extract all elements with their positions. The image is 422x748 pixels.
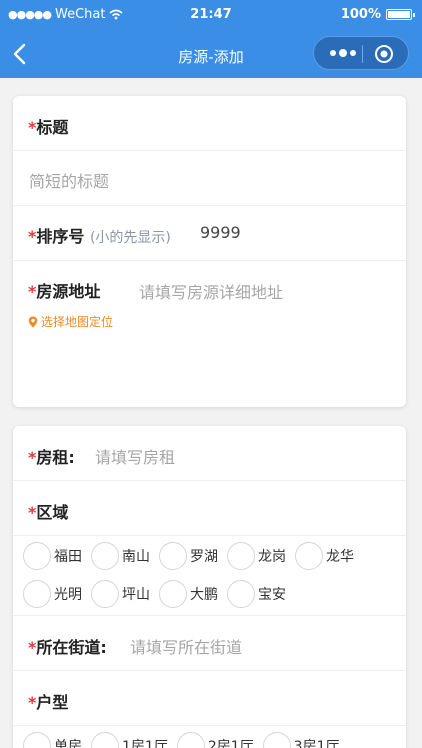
layout-option[interactable]: 单房 (23, 732, 82, 748)
district-label-row: *区域 (13, 481, 406, 536)
radio-label: 1房1厅 (122, 739, 168, 748)
radio-label: 南山 (122, 549, 150, 565)
street-row: *所在街道: 请填写所在街道 (13, 616, 406, 671)
district-option[interactable]: 坪山 (91, 580, 150, 608)
address-label-text: 房源地址 (36, 282, 101, 301)
radio-button[interactable] (176, 732, 205, 748)
address-input[interactable]: 请填写房源详细地址 (139, 279, 283, 303)
district-option[interactable]: 光明 (23, 580, 82, 608)
more-icon[interactable] (328, 47, 358, 59)
title-label: *标题 (28, 114, 68, 138)
close-mini-program-icon[interactable] (374, 44, 394, 64)
radio-label: 龙华 (326, 549, 354, 565)
district-option[interactable]: 罗湖 (159, 542, 218, 570)
capsule-divider (362, 45, 363, 63)
sort-hint: (小的先显示) (89, 230, 171, 246)
layout-option[interactable]: 1房1厅 (91, 732, 168, 748)
sort-row: *排序号 (小的先显示) 9999 (13, 206, 406, 261)
radio-label: 宝安 (258, 587, 286, 603)
layout-option[interactable]: 2房1厅 (176, 732, 254, 748)
mini-program-capsule (313, 36, 409, 70)
rent-label: *房租: (28, 444, 75, 468)
radio-button[interactable] (295, 542, 323, 570)
radio-button[interactable] (159, 580, 187, 608)
district-option[interactable]: 龙华 (295, 542, 354, 570)
battery-icon (386, 9, 415, 20)
radio-label: 罗湖 (190, 549, 218, 565)
radio-button[interactable] (23, 542, 51, 570)
street-label-text: 所在街道: (36, 638, 107, 657)
title-input-row[interactable]: 简短的标题 (13, 151, 406, 206)
radio-label: 2房1厅 (207, 739, 254, 748)
address-row: *房源地址 请填写房源详细地址 选择地图定位 (13, 261, 406, 407)
layout-label-text: 户型 (36, 693, 69, 712)
district-option[interactable]: 南山 (91, 542, 150, 570)
district-option[interactable]: 宝安 (227, 580, 286, 608)
map-link-text: 选择地图定位 (41, 315, 114, 329)
radio-button[interactable] (91, 542, 119, 570)
radio-button[interactable] (91, 732, 119, 748)
battery-percent: 100% (340, 7, 381, 22)
title-label-text: 标题 (36, 118, 69, 137)
district-radio-group-2: 光明 坪山 大鹏 宝安 (23, 580, 295, 608)
radio-label: 光明 (54, 587, 82, 603)
radio-button[interactable] (227, 542, 255, 570)
radio-button[interactable] (159, 542, 187, 570)
status-bar: ●●●●● WeChat 21:47 100% (0, 0, 422, 30)
street-input[interactable]: 请填写所在街道 (130, 634, 242, 658)
sort-label-text: 排序号 (36, 227, 85, 246)
district-label: *区域 (28, 499, 68, 523)
radio-label: 坪山 (122, 587, 150, 603)
district-radio-group-1: 福田 南山 罗湖 龙岗 龙华 (23, 542, 363, 570)
sort-input[interactable]: 9999 (200, 223, 241, 242)
radio-button[interactable] (23, 732, 51, 748)
radio-label: 3房1厅 (293, 739, 340, 748)
rent-label-text: 房租: (36, 448, 75, 467)
district-options-row: 福田 南山 罗湖 龙岗 龙华 光明 坪山 大鹏 宝安 (13, 536, 406, 616)
title-input[interactable]: 简短的标题 (29, 168, 109, 192)
nav-bar: 房源-添加 (0, 30, 422, 78)
radio-button[interactable] (227, 580, 255, 608)
basic-info-card: *标题 简短的标题 *排序号 (小的先显示) 9999 *房源地址 请填写房源详… (13, 96, 406, 407)
title-label-row: *标题 (13, 96, 406, 151)
radio-button[interactable] (91, 580, 119, 608)
location-pin-icon (28, 316, 38, 327)
radio-button[interactable] (23, 580, 51, 608)
status-right: 100% (340, 7, 415, 22)
radio-label: 单房 (54, 739, 82, 748)
district-option[interactable]: 福田 (23, 542, 82, 570)
detail-info-card: *房租: 请填写房租 *区域 福田 南山 罗湖 龙岗 龙华 光明 坪山 大鹏 宝… (13, 426, 406, 748)
layout-label: *户型 (28, 689, 68, 713)
map-location-link[interactable]: 选择地图定位 (28, 313, 113, 330)
sort-label: *排序号 (小的先显示) (28, 223, 171, 247)
radio-button[interactable] (262, 732, 291, 748)
street-label: *所在街道: (28, 634, 107, 658)
rent-row: *房租: 请填写房租 (13, 426, 406, 481)
address-label: *房源地址 (28, 278, 100, 302)
radio-label: 大鹏 (190, 587, 218, 603)
district-option[interactable]: 龙岗 (227, 542, 286, 570)
layout-options-row: 单房 1房1厅 2房1厅 3房1厅 (13, 726, 406, 748)
layout-radio-group: 单房 1房1厅 2房1厅 3房1厅 (23, 732, 348, 748)
district-option[interactable]: 大鹏 (159, 580, 218, 608)
rent-input[interactable]: 请填写房租 (95, 444, 175, 468)
radio-label: 龙岗 (258, 549, 286, 565)
layout-label-row: *户型 (13, 671, 406, 726)
district-label-text: 区域 (36, 503, 69, 522)
radio-label: 福田 (54, 549, 82, 565)
layout-option[interactable]: 3房1厅 (262, 732, 340, 748)
